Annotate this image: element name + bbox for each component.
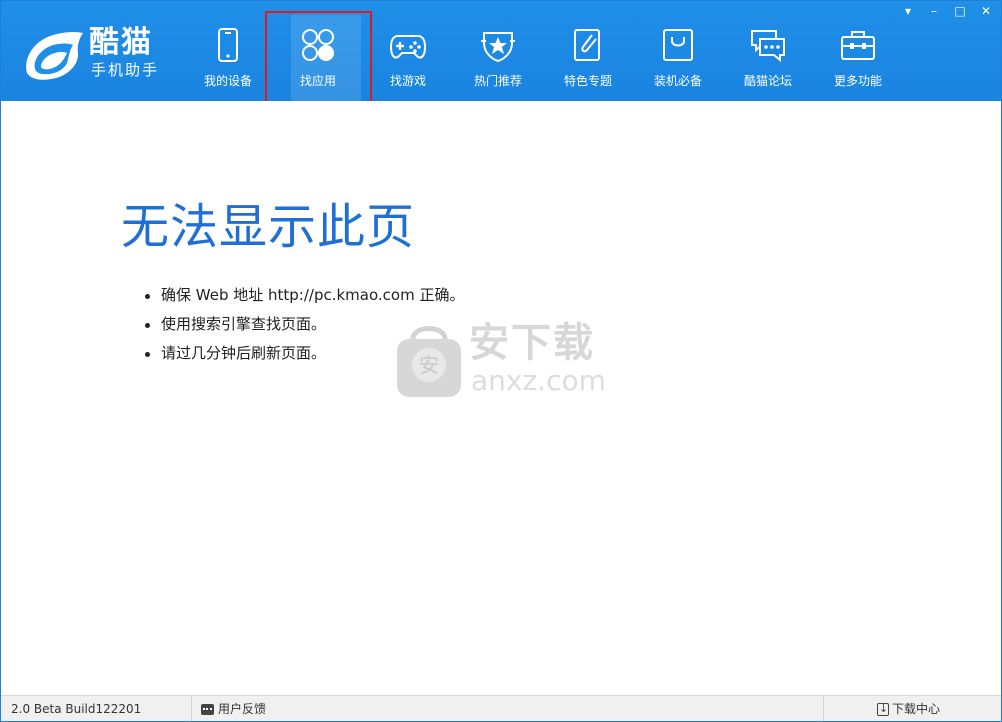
nav-hot-picks[interactable]: 热门推荐 [453, 1, 543, 101]
status-divider [191, 696, 192, 721]
watermark-text-en: anxz.com [471, 364, 606, 397]
feedback-label: 用户反馈 [218, 702, 267, 716]
shield-bag-icon: 安 [397, 326, 461, 397]
logo-title: 酷猫 [89, 25, 153, 60]
nav-label: 热门推荐 [473, 74, 522, 88]
top-toolbar: 酷猫 手机助手 我的设备 找应用 找游戏 热门推荐 特色专题 装机必备 酷猫论坛… [1, 1, 1001, 101]
status-divider [823, 696, 824, 721]
nav-more-features[interactable]: 更多功能 [813, 1, 903, 101]
app-logo: 酷猫 手机助手 [23, 25, 173, 85]
download-label: 下载中心 [892, 702, 941, 716]
download-center-button[interactable]: 下载中心 [877, 701, 940, 717]
cat-logo-icon [26, 31, 84, 80]
close-button[interactable]: ✕ [977, 3, 995, 19]
phone-icon [218, 28, 238, 62]
watermark: 安 安下载 anxz.com [393, 319, 623, 403]
watermark-badge: 安 [419, 353, 439, 377]
nav-find-games[interactable]: 找游戏 [363, 1, 453, 101]
nav-label: 我的设备 [203, 74, 252, 88]
feedback-icon [201, 703, 214, 715]
nav-featured-topics[interactable]: 特色专题 [543, 1, 633, 101]
menu-button[interactable]: ▾ [899, 3, 917, 19]
app-window: 酷猫 手机助手 我的设备 找应用 找游戏 热门推荐 特色专题 装机必备 酷猫论坛… [0, 0, 1002, 722]
error-title: 无法显示此页 [121, 199, 416, 255]
nav-forum[interactable]: 酷猫论坛 [723, 1, 813, 101]
nav-label: 找应用 [299, 74, 336, 88]
gamepad-icon [390, 35, 426, 59]
apps-icon [302, 29, 334, 61]
nav-label: 装机必备 [653, 74, 702, 88]
nav-label: 找游戏 [389, 74, 426, 88]
version-label: 2.0 Beta Build122201 [11, 702, 142, 716]
nav-label: 更多功能 [833, 74, 882, 88]
nav-my-device[interactable]: 我的设备 [183, 1, 273, 101]
window-controls: ▾ – □ ✕ [899, 3, 995, 19]
toolbox-icon [841, 31, 875, 60]
chat-bubbles-icon [751, 30, 785, 63]
bag-icon [663, 29, 693, 61]
logo-subtitle: 手机助手 [91, 61, 160, 79]
nav-label: 特色专题 [563, 74, 612, 88]
watermark-text-cn: 安下载 [469, 320, 595, 366]
minimize-button[interactable]: – [925, 3, 943, 19]
suggestion-check-address: 确保 Web 地址 http://pc.kmao.com 正确。 [145, 281, 464, 310]
error-content: 无法显示此页 确保 Web 地址 http://pc.kmao.com 正确。 … [1, 101, 1001, 695]
star-badge-icon [481, 32, 515, 63]
nav-essentials[interactable]: 装机必备 [633, 1, 723, 101]
nav-label: 酷猫论坛 [743, 74, 792, 88]
maximize-button[interactable]: □ [951, 3, 969, 19]
status-bar: 2.0 Beta Build122201 用户反馈 下载中心 [1, 695, 1001, 721]
download-icon [877, 701, 889, 717]
paperclip-icon [574, 29, 600, 61]
feedback-button[interactable]: 用户反馈 [201, 701, 266, 717]
nav-find-apps[interactable]: 找应用 [273, 1, 363, 101]
